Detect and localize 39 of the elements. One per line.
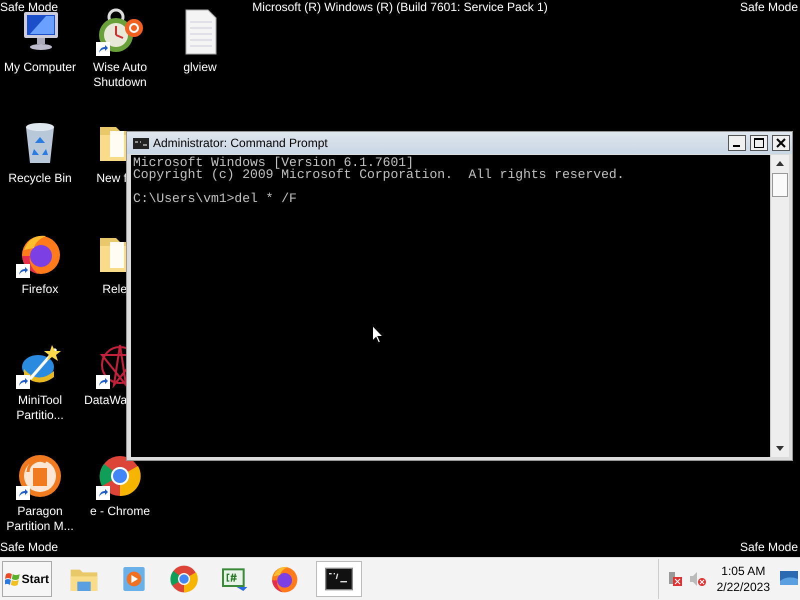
clock-icon[interactable] [96, 8, 144, 56]
icon-label[interactable]: Wise Auto Shutdown [81, 60, 159, 90]
console-icon[interactable] [316, 561, 362, 597]
scroll-up-icon[interactable] [776, 161, 784, 166]
start-button[interactable]: Start [2, 561, 52, 597]
scroll-down-icon[interactable] [776, 446, 784, 451]
console-icon [133, 138, 149, 148]
clock[interactable]: 1:05 AM 2/22/2023 [712, 563, 774, 595]
console-line: C:\Users\vm1>del * /F [133, 193, 298, 205]
scrollbar[interactable] [770, 155, 789, 457]
console-line: Copyright (c) 2009 Microsoft Corporation. All rights reserved. [133, 169, 626, 181]
scroll-thumb[interactable] [772, 173, 788, 197]
build-info-label: Microsoft (R) Windows (R) (Build 7601: Service Pack 1) [252, 0, 548, 15]
icon-label[interactable]: DataWa [84, 393, 127, 408]
icon-label[interactable]: Firefox [1, 282, 79, 297]
safe-mode-label: Safe Mode [0, 540, 58, 555]
close-button[interactable] [772, 135, 790, 151]
maximize-icon [754, 138, 764, 148]
icon-label[interactable]: e - Chrome [81, 504, 159, 519]
minimize-button[interactable] [728, 135, 746, 151]
show-desktop-icon[interactable] [780, 571, 798, 587]
safe-mode-label: Safe Mode [740, 0, 798, 15]
icon-label[interactable]: Rele [102, 282, 127, 297]
volume-muted-icon[interactable] [688, 571, 707, 587]
icon-label[interactable]: Paragon Partition M... [1, 504, 79, 534]
safe-mode-label: Safe Mode [0, 0, 58, 15]
network-error-icon[interactable] [666, 571, 683, 587]
close-icon [776, 138, 786, 148]
mouse-pointer-icon [372, 325, 384, 344]
partition-tool-icon[interactable] [16, 452, 64, 500]
window-title: Administrator: Command Prompt [153, 136, 329, 150]
console-line: Microsoft Windows [Version 6.1.7601] [133, 157, 414, 169]
maximize-button[interactable] [750, 135, 768, 151]
icon-label[interactable]: glview [161, 60, 239, 75]
icon-label[interactable]: Recycle Bin [1, 171, 79, 186]
icon-label[interactable]: MiniTool Partitio... [1, 393, 79, 423]
windows-logo-icon [5, 572, 21, 586]
safe-mode-label: Safe Mode [740, 540, 798, 555]
icon-label[interactable]: My Computer [1, 60, 79, 75]
